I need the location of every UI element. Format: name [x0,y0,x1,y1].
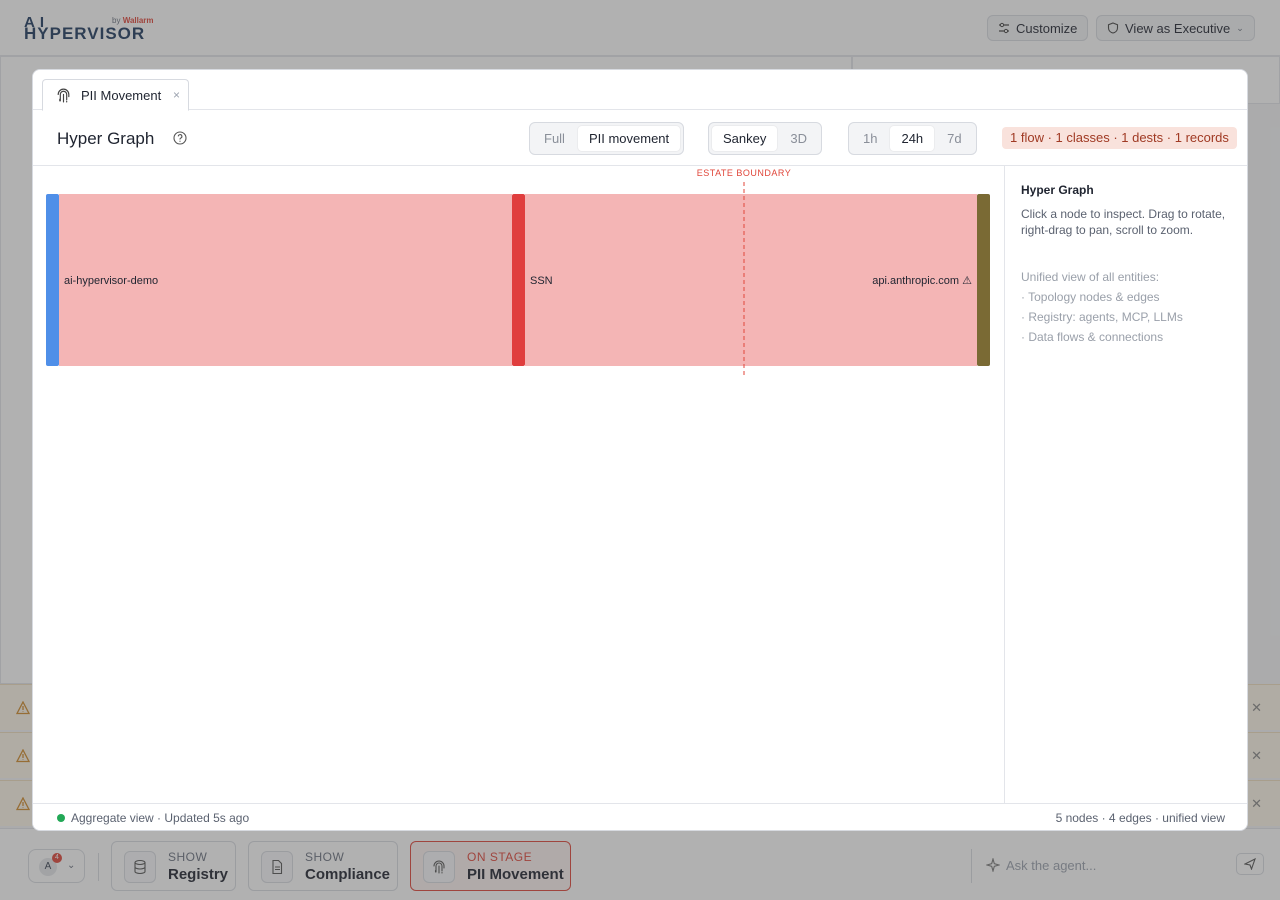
scope-option-full[interactable]: Full [533,126,576,151]
sankey-node[interactable] [512,194,525,366]
close-tab-icon[interactable]: × [173,88,180,102]
status-text: Aggregate view · Updated 5s ago [71,811,250,825]
tab-label: PII Movement [81,88,162,103]
graph-header: Hyper Graph Full PII movement Sankey 3D … [33,110,1247,166]
stats-badge: 1 flow · 1 classes · 1 dests · 1 records [1002,127,1237,149]
sankey-node-label: SSN [530,275,553,287]
sankey-node[interactable] [977,194,990,366]
time-option-24h[interactable]: 24h [890,126,935,151]
fingerprint-icon [57,88,70,103]
sankey-node[interactable] [46,194,59,366]
view-option-3d[interactable]: 3D [779,126,818,151]
sankey-diagram[interactable]: ESTATE BOUNDARY ai-hypervisor-demo SSN api.… [33,166,1004,803]
sankey-canvas[interactable]: ESTATE BOUNDARY ai-hypervisor-demo SSN api.… [33,166,1004,803]
scope-toggle: Full PII movement [529,122,685,155]
inspector-panel: Hyper Graph Click a node to inspect. Dra… [1004,166,1247,803]
view-mode-toggle: Sankey 3D [708,122,822,155]
inspector-description: Click a node to inspect. Drag to rotate,… [1021,207,1226,237]
page-title: Hyper Graph [57,129,155,148]
scope-option-pii-movement[interactable]: PII movement [577,126,681,151]
hyper-graph-modal: PII Movement × Hyper Graph Full PII move… [32,69,1248,831]
sankey-node-label: ai-hypervisor-demo [64,275,158,287]
status-bar: Aggregate view · Updated 5s ago 5 nodes … [33,803,1247,830]
sankey-node-label: api.anthropic.com ⚠ [872,275,972,287]
view-option-sankey[interactable]: Sankey [712,126,778,151]
modal-tab-bar: PII Movement × [33,70,1247,111]
list-item: · Topology nodes & edges [1021,290,1160,304]
tab-pii-movement[interactable]: PII Movement × [42,79,189,111]
live-status-dot [57,814,65,822]
time-option-1h[interactable]: 1h [852,126,888,151]
list-item: · Registry: agents, MCP, LLMs [1021,310,1183,324]
estate-boundary-label: ESTATE BOUNDARY [697,168,792,178]
time-option-7d[interactable]: 7d [936,126,972,151]
inspector-heading: Hyper Graph [1021,183,1094,197]
unified-label: Unified view of all entities: [1021,270,1160,284]
list-item: · Data flows & connections [1021,330,1164,344]
graph-summary: 5 nodes · 4 edges · unified view [1055,811,1225,825]
help-icon[interactable] [173,131,187,145]
time-range-toggle: 1h 24h 7d [848,122,977,155]
